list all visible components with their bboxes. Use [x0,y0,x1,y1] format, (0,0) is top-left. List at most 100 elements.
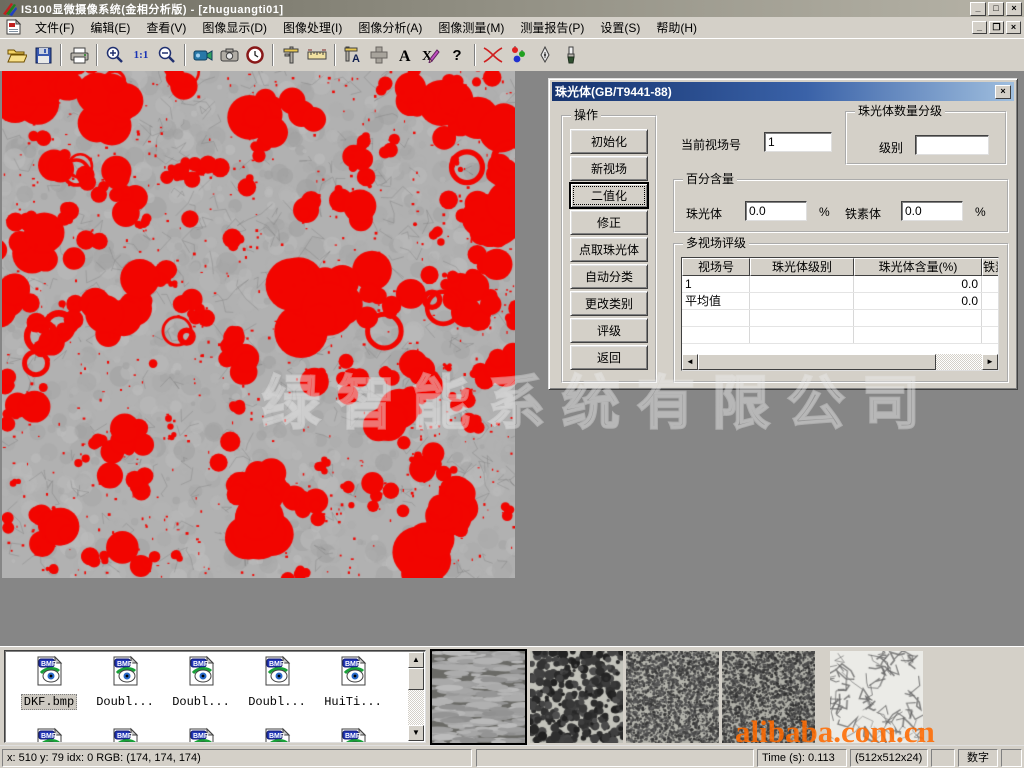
file-item[interactable]: BMP [165,727,237,743]
init-button[interactable]: 初始化 [570,129,648,154]
caliper-measure-button[interactable] [278,42,304,68]
scroll-down-button[interactable]: ▼ [408,725,424,741]
new-field-button[interactable]: 新视场 [570,156,648,181]
operation-group: 操作 初始化 新视场 二值化 修正 点取珠光体 自动分类 更改类别 评级 返回 [561,115,657,383]
zoom-in-button[interactable] [102,42,128,68]
thumbnail-image-2[interactable] [530,651,623,743]
menu-image-measure[interactable]: 图像测量(M) [430,17,512,38]
menu-image-analysis[interactable]: 图像分析(A) [350,17,430,38]
scroll-up-button[interactable]: ▲ [408,652,424,668]
scroll-right-button[interactable]: ► [982,354,998,370]
cell-ferrite [982,293,999,309]
camera-capture-button[interactable] [216,42,242,68]
menu-settings[interactable]: 设置(S) [592,17,648,38]
measure-label-button[interactable]: A [340,42,366,68]
col-field-no[interactable]: 视场号 [682,258,750,276]
thumbnail-image-3[interactable] [626,651,719,743]
thumbnail-image-5[interactable] [830,651,923,743]
rate-button[interactable]: 评级 [570,318,648,343]
maximize-button[interactable]: □ [988,2,1004,16]
auto-classify-button[interactable]: 自动分类 [570,264,648,289]
pick-pearlite-button[interactable]: 点取珠光体 [570,237,648,262]
child-close-button[interactable]: × [1006,21,1021,34]
color-balls-icon [510,46,528,64]
bmp-file-icon: BMP [338,655,368,687]
file-item[interactable]: BMP Doubl... [165,655,237,710]
table-row[interactable]: 1 0.0 [682,276,998,293]
help-button[interactable]: ? [444,42,470,68]
ferrite-percent-input[interactable] [901,201,963,221]
text-annotation-button[interactable]: A [392,42,418,68]
dialog-title: 珠光体(GB/T9441-88) [555,83,672,100]
brush-tool-button[interactable] [558,42,584,68]
save-button[interactable] [30,42,56,68]
curve-tool-button[interactable] [480,42,506,68]
file-item[interactable]: BMP DKF.bmp [13,655,85,710]
current-field-label: 当前视场号 [681,136,741,153]
app-logo-icon [2,2,17,16]
print-button[interactable] [66,42,92,68]
child-restore-button[interactable]: ❐ [989,21,1004,34]
menu-edit[interactable]: 编辑(E) [82,17,138,38]
video-capture-button[interactable] [190,42,216,68]
file-item[interactable]: BMP [89,727,161,743]
grade-input[interactable] [915,135,989,155]
scrollbar-thumb[interactable] [408,668,424,690]
menu-measure-report[interactable]: 测量报告(P) [512,17,592,38]
correct-button[interactable]: 修正 [570,210,648,235]
actual-size-button[interactable]: 1:1 [128,42,154,68]
minimize-button[interactable]: _ [970,2,986,16]
table-row[interactable]: 平均值 0.0 [682,293,998,310]
edit-annotation-button[interactable]: X [418,42,444,68]
scrollbar-track[interactable] [936,354,982,370]
file-item[interactable]: BMP [13,727,85,743]
cursor-info: x: 510 y: 79 idx: 0 RGB: (174, 174, 174) [2,749,472,767]
micrograph-image[interactable] [2,71,515,578]
cell-grade [750,293,854,309]
timer-button[interactable] [242,42,268,68]
grid-tool-button[interactable] [366,42,392,68]
current-field-input[interactable] [764,132,832,152]
file-item[interactable]: BMP Doubl... [89,655,161,710]
document-icon [5,19,22,35]
menu-image-processing[interactable]: 图像处理(I) [275,17,350,38]
col-ferrite-content[interactable]: 铁素体含量(%) [982,258,999,276]
file-name[interactable]: Doubl... [170,695,232,709]
file-name[interactable]: HuiTi... [322,695,384,709]
binarize-button[interactable]: 二值化 [570,183,648,208]
col-pearlite-grade[interactable]: 珠光体级别 [750,258,854,276]
close-button[interactable]: × [1006,2,1022,16]
ruler-measure-button[interactable] [304,42,330,68]
child-minimize-button[interactable]: _ [972,21,987,34]
file-name[interactable]: Doubl... [94,695,156,709]
camera-icon [220,48,239,62]
file-item[interactable]: BMP [241,727,313,743]
menu-view[interactable]: 查看(V) [138,17,194,38]
col-pearlite-content[interactable]: 珠光体含量(%) [854,258,982,276]
dialog-title-bar[interactable]: 珠光体(GB/T9441-88) × [552,82,1014,101]
file-item[interactable]: BMP HuiTi... [317,655,389,710]
dialog-close-button[interactable]: × [995,85,1011,99]
zoom-out-button[interactable] [154,42,180,68]
file-item[interactable]: BMP Doubl... [241,655,313,710]
workspace: 珠光体(GB/T9441-88) × 操作 初始化 新视场 二值化 修正 点取珠… [0,71,1024,646]
open-file-button[interactable] [4,42,30,68]
menu-image-display[interactable]: 图像显示(D) [194,17,275,38]
phase-mark-button[interactable] [506,42,532,68]
scrollbar-thumb[interactable] [698,354,936,370]
file-name[interactable]: DKF.bmp [21,694,77,710]
file-name[interactable]: Doubl... [246,695,308,709]
menu-help[interactable]: 帮助(H) [648,17,705,38]
scroll-left-button[interactable]: ◄ [682,354,698,370]
thumbnail-image-1[interactable] [432,651,525,743]
thumbnail-image-4[interactable] [722,651,815,743]
file-item[interactable]: BMP [317,727,389,743]
return-button[interactable]: 返回 [570,345,648,370]
pen-tool-button[interactable] [532,42,558,68]
menu-file[interactable]: 文件(F) [27,17,82,38]
svg-text:BMP: BMP [117,733,133,740]
change-class-button[interactable]: 更改类别 [570,291,648,316]
status-empty-panel [476,749,754,767]
ferrite-percent-label: 铁素体 [845,205,881,222]
pearlite-percent-input[interactable] [745,201,807,221]
